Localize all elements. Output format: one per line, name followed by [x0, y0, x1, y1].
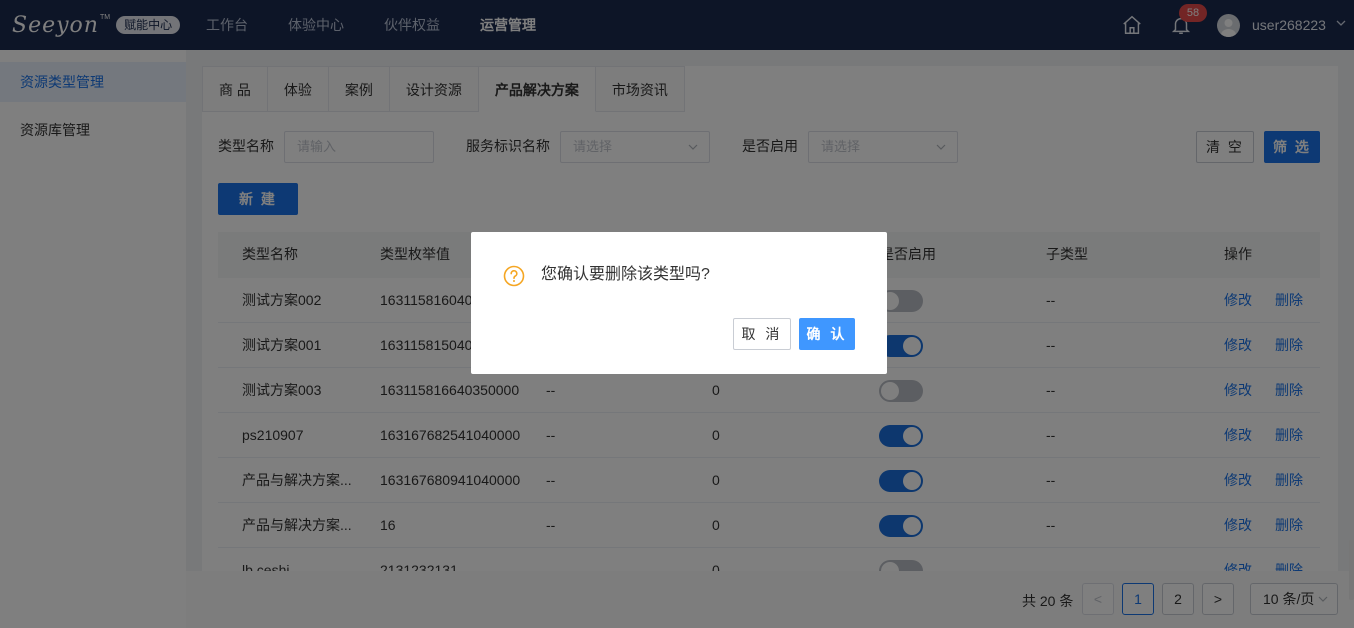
scrollbar-thumb[interactable] [1349, 540, 1354, 600]
dialog-confirm-button[interactable]: 确 认 [799, 318, 855, 350]
dialog-cancel-button[interactable]: 取 消 [733, 318, 791, 350]
question-circle-icon [503, 265, 525, 287]
confirm-delete-dialog: 您确认要删除该类型吗? 取 消 确 认 [471, 232, 887, 374]
dialog-message: 您确认要删除该类型吗? [541, 266, 710, 283]
